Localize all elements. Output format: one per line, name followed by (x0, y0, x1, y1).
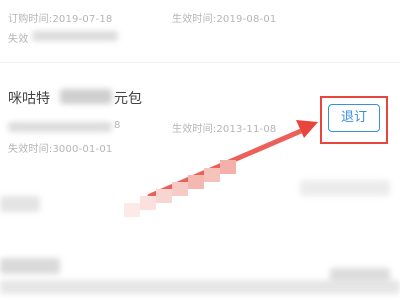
mosaic-block (156, 189, 172, 203)
mosaic-block (124, 203, 140, 217)
mosaic-block (220, 160, 236, 174)
redacted-row (0, 258, 60, 274)
redacted-row (300, 180, 390, 196)
mosaic-block (172, 182, 188, 196)
mosaic-block (188, 175, 204, 189)
mosaic-block (204, 168, 220, 182)
redacted-row (330, 268, 390, 282)
subscription-list-page: 订购时间:2019-07-18 生效时间:2019-08-01 失效 咪咕特 元… (0, 0, 400, 300)
redacted-row (0, 280, 400, 294)
mosaic-block (140, 196, 156, 210)
annotation-arrow-icon (147, 120, 318, 199)
redacted-row (0, 196, 40, 212)
